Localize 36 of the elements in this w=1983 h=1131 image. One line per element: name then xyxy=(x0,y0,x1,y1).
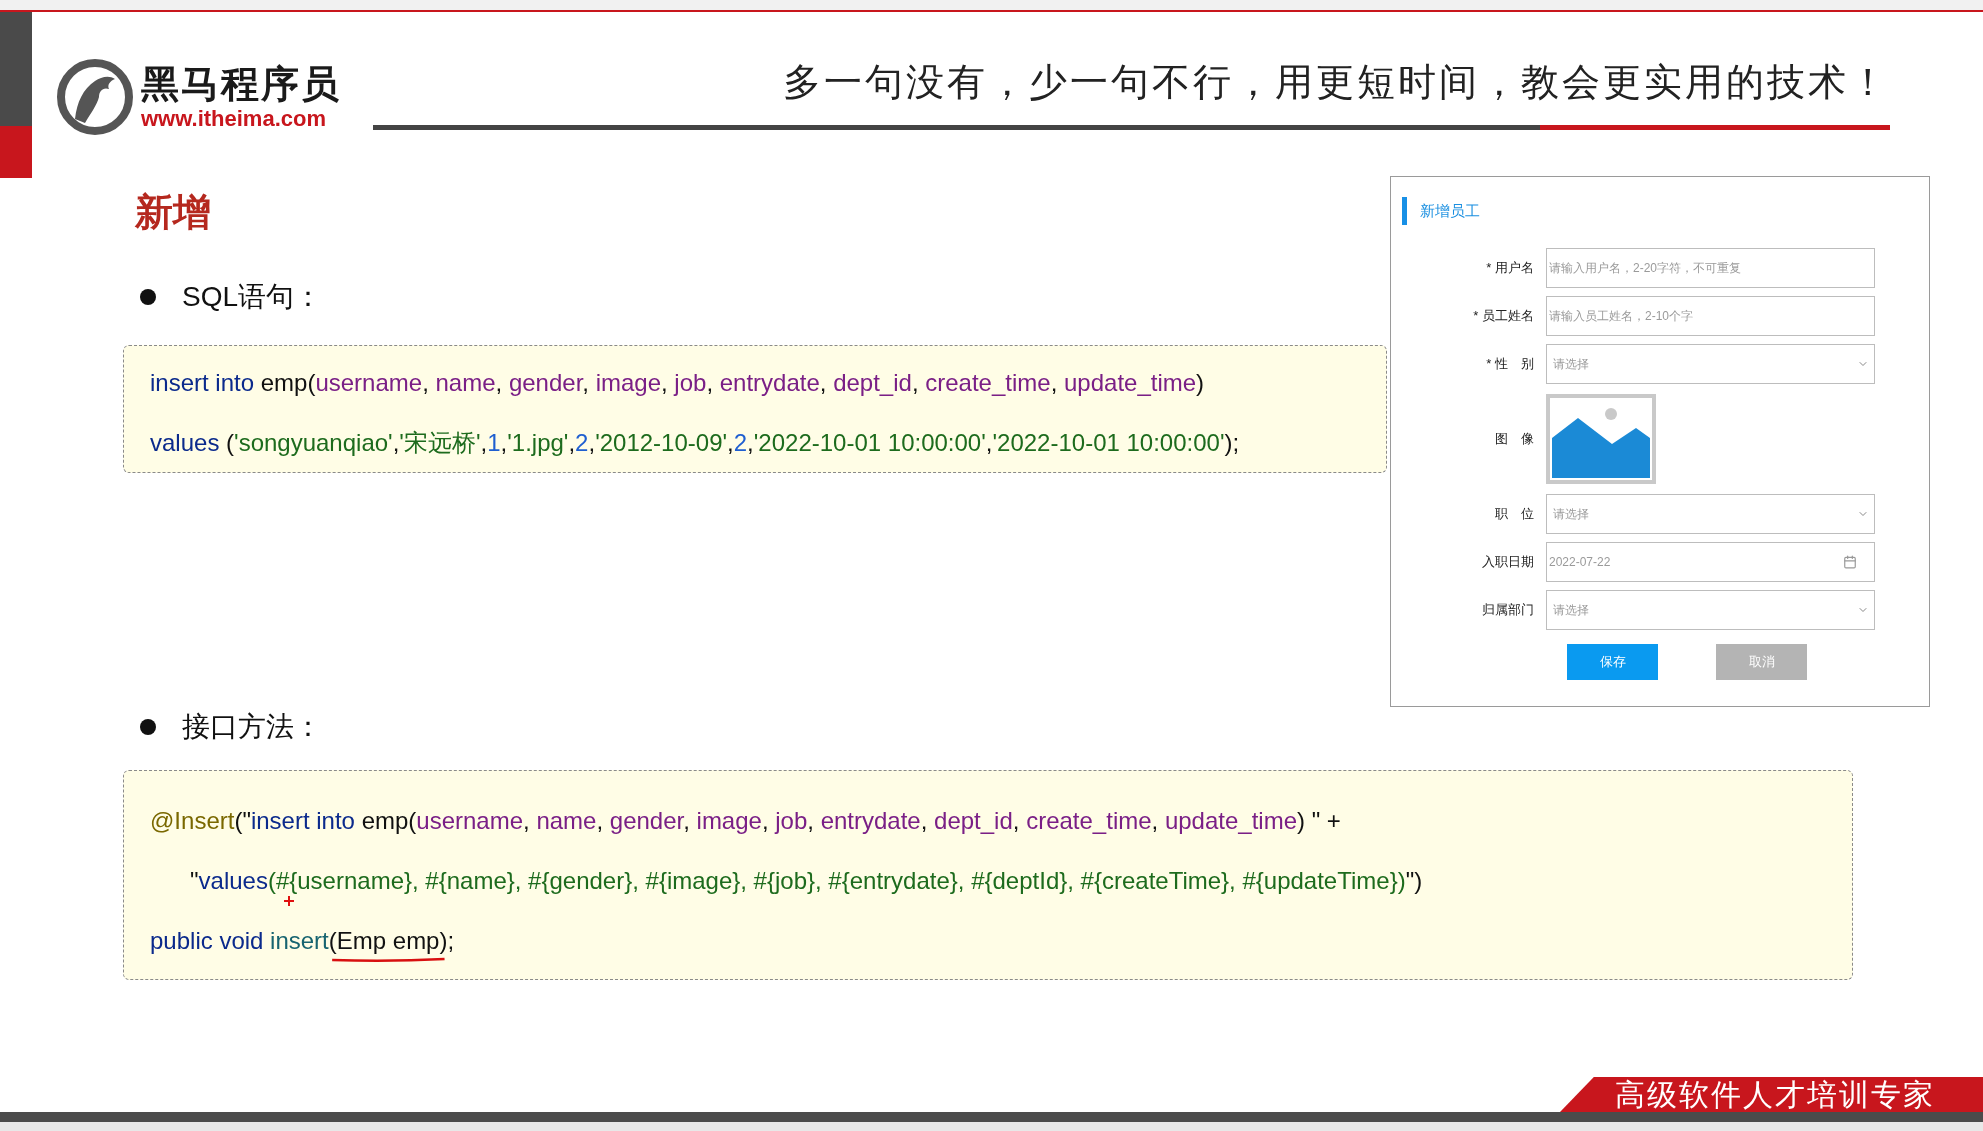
code-text: values ('songyuanqiao','宋远桥',1,'1.jpg',2,'2012-10-09',2,'2022-10-01 10:00:00','2022-10-01 10:00:00'); xyxy=(150,428,1240,458)
code-text: "values(# xyxy=(189,866,290,896)
code-text: insert into emp(username, name, gender, image, job, entrydate, dept_id, create_time, update_time) xyxy=(150,368,1205,398)
code-text: @Insert("insert into emp(username, name, gender, image, job, entrydate, dept_id, create_time, update_time) " + xyxy=(150,806,1341,836)
field-label: 入职日期 xyxy=(1481,553,1535,572)
bullet-heading: SQL语句： xyxy=(182,280,323,314)
footer-banner: 高级软件人才培训专家 xyxy=(1560,1077,1983,1112)
field-label: 图 像 xyxy=(1494,430,1535,449)
code-text: Emp emp xyxy=(336,927,440,954)
date-field[interactable]: 2022-07-22 xyxy=(1546,542,1875,582)
field-label: * 性 别 xyxy=(1485,355,1535,374)
field-label: 职 位 xyxy=(1494,505,1535,524)
form-button[interactable]: 取消 xyxy=(1716,644,1807,680)
select-field[interactable]: 请选择 xyxy=(1546,344,1875,384)
form-title: 新增员工 xyxy=(1420,200,1480,221)
logo-name: 黑马程序员 xyxy=(141,62,341,106)
field-label: 归属部门 xyxy=(1481,601,1535,620)
form-button[interactable]: 保存 xyxy=(1567,644,1658,680)
accent-bar xyxy=(1402,197,1407,225)
horse-logo-icon xyxy=(55,57,135,137)
code-text: public void insert( xyxy=(150,926,337,956)
logo-url: www.itheima.com xyxy=(141,106,327,132)
slogan: 多一句没有，少一句不行，用更短时间，教会更实用的技术！ xyxy=(783,60,1890,105)
select-field[interactable]: 请选择 xyxy=(1546,494,1875,534)
bullet-heading: 接口方法： xyxy=(182,710,322,744)
code-text: {username}, #{name}, #{gender}, #{image}, #{job}, #{entrydate}, #{deptId}, #{createTime}, #{updateTime}) xyxy=(289,867,1406,894)
calendar-icon xyxy=(1843,555,1857,569)
image-upload-icon[interactable] xyxy=(1546,394,1656,484)
select-field[interactable]: 请选择 xyxy=(1546,590,1875,630)
text-field[interactable]: 请输入员工姓名，2-10个字 xyxy=(1546,296,1875,336)
text-field[interactable]: 请输入用户名，2-20字符，不可重复 xyxy=(1546,248,1875,288)
code-text: ); xyxy=(439,926,455,956)
field-label: * 员工姓名 xyxy=(1472,307,1535,326)
code-text: ") xyxy=(1405,866,1423,896)
field-label: * 用户名 xyxy=(1485,259,1535,278)
slide-title: 新增 xyxy=(135,190,212,235)
